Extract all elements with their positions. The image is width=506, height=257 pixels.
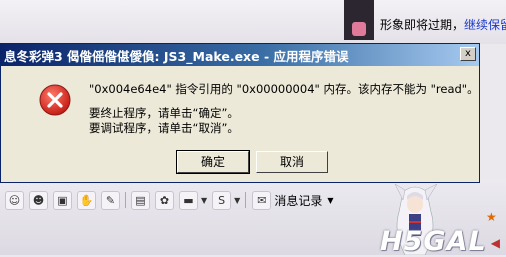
error-icon xyxy=(39,84,71,116)
gift-icon[interactable]: ✿ xyxy=(155,190,174,210)
toolbar-divider xyxy=(245,192,247,208)
smiley-icon[interactable]: ☺ xyxy=(5,190,24,210)
avatar xyxy=(344,0,374,40)
screenshot-icon[interactable]: ▤ xyxy=(131,190,150,210)
message-log-icon: ✉ xyxy=(252,190,272,210)
toolbar-divider xyxy=(125,192,126,208)
chat-toolbar: ☺ ☻ ▣ ✋ ✎ ▤ ✿ ▬ ▼ S ▼ ✉ 消息记录 ▼ xyxy=(0,189,333,211)
dialog-title-bar[interactable]: 息冬彩弹3 偈偺傜偺偡僾偩: JS3_Make.exe - 应用程序错误 x xyxy=(1,44,479,66)
error-message-line: 要终止程序，请单击“确定”。 xyxy=(89,106,239,120)
monitor-icon[interactable]: ▬ xyxy=(179,190,198,210)
message-log-label: 消息记录 xyxy=(274,193,323,208)
keep-avatar-link[interactable]: 继续保留 xyxy=(464,18,506,32)
error-message-line: 要调试程序，请单击“取消”。 xyxy=(89,121,239,135)
expiry-notice: 形象即将过期，继续保留 xyxy=(380,16,506,33)
chevron-down-icon[interactable]: ▼ xyxy=(201,196,207,205)
error-message: "0x004e64e4" 指令引用的 "0x00000004" 内存。该内存不能… xyxy=(89,82,479,136)
expiry-notice-text: 形象即将过期， xyxy=(380,18,465,32)
watermark-logo: H5GAL xyxy=(380,226,487,257)
emoji-icon[interactable]: ☻ xyxy=(29,190,48,210)
close-button[interactable]: x xyxy=(460,47,476,61)
message-log-button[interactable]: ✉ 消息记录 ▼ xyxy=(252,190,334,210)
ok-button[interactable]: 确定 xyxy=(176,150,250,174)
error-message-line: "0x004e64e4" 指令引用的 "0x00000004" 内存。该内存不能… xyxy=(89,82,479,96)
dialog-title: 息冬彩弹3 偈偺傜偺偡僾偩: JS3_Make.exe - 应用程序错误 xyxy=(4,48,349,64)
s-icon[interactable]: S xyxy=(212,190,232,210)
chevron-down-icon: ▼ xyxy=(327,195,334,205)
photo-icon[interactable]: ▣ xyxy=(53,190,72,210)
chevron-down-icon[interactable]: ▼ xyxy=(234,196,240,205)
cancel-button[interactable]: 取消 xyxy=(256,151,328,173)
brush-icon[interactable]: ✎ xyxy=(101,190,120,210)
hand-icon[interactable]: ✋ xyxy=(77,190,96,210)
error-dialog: 息冬彩弹3 偈偺傜偺偡僾偩: JS3_Make.exe - 应用程序错误 x "… xyxy=(0,43,480,183)
speaker-icon: ◀ xyxy=(490,236,500,250)
close-icon: x xyxy=(465,48,471,59)
star-icon: ★ xyxy=(486,210,497,224)
